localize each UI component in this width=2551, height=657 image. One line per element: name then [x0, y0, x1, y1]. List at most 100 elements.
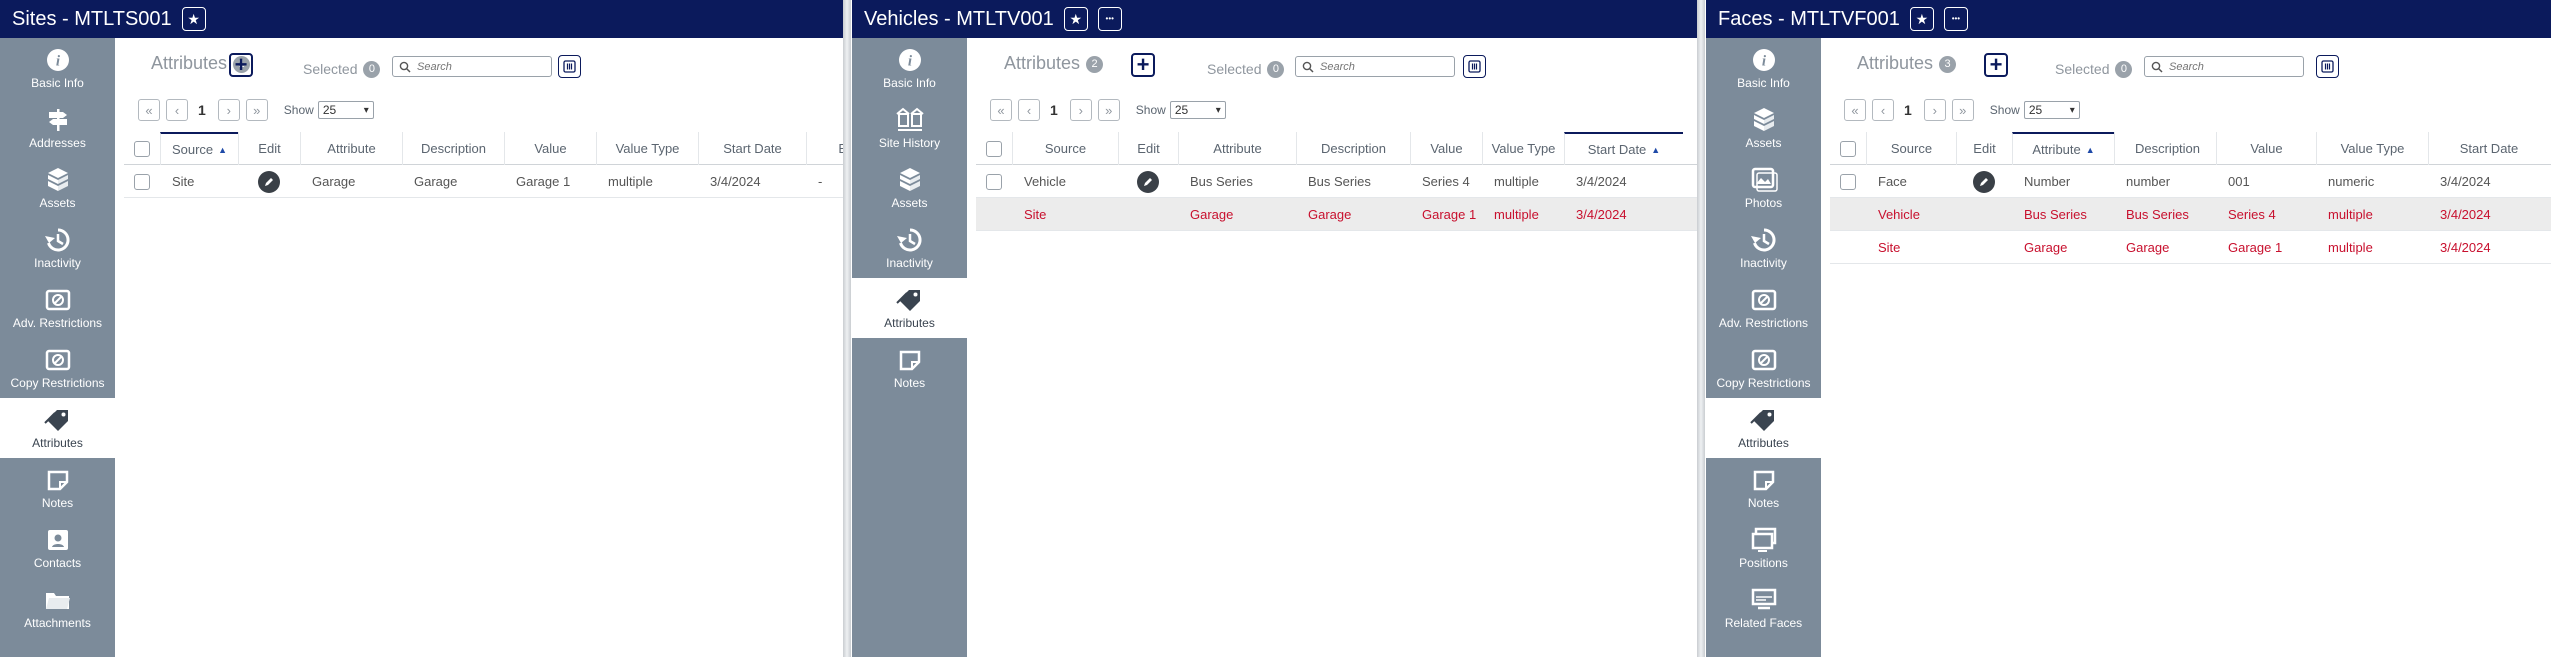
- column-chooser-button[interactable]: [1463, 55, 1486, 78]
- nav-item-label: Copy Restrictions: [1716, 376, 1811, 390]
- more-options-button[interactable]: •••: [1943, 7, 1968, 31]
- nav-item-attributes[interactable]: Attributes: [852, 278, 967, 338]
- select-all-checkbox[interactable]: [134, 140, 150, 157]
- column-header[interactable]: Source: [1866, 132, 1956, 165]
- nav-item-positions[interactable]: Positions: [1706, 518, 1821, 578]
- nav-item-contacts[interactable]: Contacts: [0, 518, 115, 578]
- window-divider: [843, 0, 851, 657]
- first-page-button[interactable]: «: [138, 99, 160, 121]
- nav-item-addresses[interactable]: Addresses: [0, 98, 115, 158]
- table-row[interactable]: Vehicle Bus Series Bus Series Series 4 multi…: [976, 165, 1697, 198]
- nav-item-basic-info[interactable]: i Basic Info: [0, 38, 115, 98]
- column-header[interactable]: Value Type: [2316, 132, 2428, 165]
- tag-icon: [895, 286, 924, 314]
- table-row[interactable]: Vehicle Bus Series Bus Series Series 4 multi…: [1830, 198, 2551, 231]
- add-attribute-button[interactable]: +: [1984, 53, 2008, 77]
- favorite-star-button[interactable]: ★: [181, 7, 206, 31]
- nav-item-assets[interactable]: Assets: [852, 158, 967, 218]
- first-page-button[interactable]: «: [990, 99, 1012, 121]
- column-header[interactable]: Value: [1410, 132, 1482, 165]
- column-chooser-button[interactable]: [558, 55, 581, 78]
- search-input[interactable]: [417, 60, 537, 73]
- nav-item-inactivity[interactable]: Inactivity: [0, 218, 115, 278]
- nav-item-photos[interactable]: Photos: [1706, 158, 1821, 218]
- nav-item-inactivity[interactable]: Inactivity: [1706, 218, 1821, 278]
- prev-page-button[interactable]: ‹: [1018, 99, 1040, 121]
- nav-item-copy-restrictions[interactable]: Copy Restrictions: [1706, 338, 1821, 398]
- favorite-star-button[interactable]: ★: [1063, 7, 1088, 31]
- nav-item-assets[interactable]: Assets: [0, 158, 115, 218]
- nav-item-attributes[interactable]: Attributes: [1706, 398, 1821, 458]
- nav-item-notes[interactable]: Notes: [1706, 458, 1821, 518]
- edit-row-button[interactable]: [1137, 170, 1159, 193]
- info-icon: i: [44, 46, 72, 74]
- column-header[interactable]: Description: [402, 132, 504, 165]
- table-row[interactable]: Face Number number 001 numeric 3/4/2024: [1830, 165, 2551, 198]
- nav-item-adv-restrictions[interactable]: Adv. Restrictions: [0, 278, 115, 338]
- cell-value-type: multiple: [1494, 207, 1539, 222]
- nav-item-attributes[interactable]: Attributes: [0, 398, 115, 458]
- column-header[interactable]: Attribute: [300, 132, 402, 165]
- column-header[interactable]: Edit: [1118, 132, 1178, 165]
- table-row[interactable]: Site Garage Garage Garage 1 multiple 3/4/2024: [976, 198, 1697, 231]
- next-page-button[interactable]: ›: [217, 99, 240, 121]
- column-chooser-button[interactable]: [2316, 55, 2339, 78]
- first-page-button[interactable]: «: [1844, 99, 1866, 121]
- column-header[interactable]: Value Type: [596, 132, 698, 165]
- column-header[interactable]: Start Date: [2428, 132, 2549, 165]
- column-header[interactable]: Start Date: [698, 132, 806, 165]
- column-header[interactable]: Attribute: [1178, 132, 1296, 165]
- last-page-button[interactable]: »: [1097, 99, 1120, 121]
- favorite-star-button[interactable]: ★: [1909, 7, 1934, 31]
- nav-item-notes[interactable]: Notes: [0, 458, 115, 518]
- select-all-checkbox[interactable]: [1840, 140, 1856, 157]
- column-header[interactable]: Start Date ▲: [1564, 132, 1683, 165]
- page-size-select[interactable]: 25 ▾: [317, 101, 374, 119]
- next-page-button[interactable]: ›: [1069, 99, 1092, 121]
- select-all-checkbox[interactable]: [986, 140, 1002, 157]
- nav-item-adv-restrictions[interactable]: Adv. Restrictions: [1706, 278, 1821, 338]
- table-row[interactable]: Site Garage Garage Garage 1 multiple 3/4/2024: [1830, 231, 2551, 264]
- nav-item-basic-info[interactable]: i Basic Info: [852, 38, 967, 98]
- column-header[interactable]: Description: [1296, 132, 1410, 165]
- column-header[interactable]: Source ▲: [160, 132, 238, 165]
- column-header[interactable]: Value: [504, 132, 596, 165]
- column-header[interactable]: Value Type: [1482, 132, 1564, 165]
- column-header[interactable]: Source: [1012, 132, 1118, 165]
- row-checkbox[interactable]: [1840, 173, 1856, 190]
- prev-page-button[interactable]: ‹: [1872, 99, 1894, 121]
- nav-item-site-history[interactable]: Site History: [852, 98, 967, 158]
- column-header[interactable]: End D: [806, 132, 843, 165]
- search-input[interactable]: [1320, 60, 1440, 73]
- nav-item-related-faces[interactable]: Related Faces: [1706, 578, 1821, 638]
- column-header[interactable]: Value: [2216, 132, 2316, 165]
- page-size-select[interactable]: 25 ▾: [1169, 101, 1226, 119]
- nav-item-inactivity[interactable]: Inactivity: [852, 218, 967, 278]
- nav-item-notes[interactable]: Notes: [852, 338, 967, 398]
- add-attribute-button[interactable]: +: [1131, 53, 1155, 77]
- nav-item-assets[interactable]: Assets: [1706, 98, 1821, 158]
- nav-item-basic-info[interactable]: i Basic Info: [1706, 38, 1821, 98]
- page-size-select[interactable]: 25 ▾: [2023, 101, 2080, 119]
- search-input[interactable]: [2169, 60, 2289, 73]
- column-header[interactable]: Edit: [238, 132, 300, 165]
- attributes-table: Source ▲ Edit Attribute Description Value Valu…: [124, 132, 843, 198]
- prev-page-button[interactable]: ‹: [166, 99, 188, 121]
- edit-row-button[interactable]: [1973, 170, 1995, 193]
- nav-item-attachments[interactable]: Attachments: [0, 578, 115, 638]
- row-checkbox[interactable]: [986, 173, 1002, 190]
- attributes-content: Attributes 3 + Selected 0 « ‹ 1 ›» Show 25 ▾ Source E…: [1821, 38, 2551, 657]
- edit-row-button[interactable]: [258, 170, 280, 193]
- last-page-button[interactable]: »: [1951, 99, 1974, 121]
- column-header[interactable]: Description: [2114, 132, 2220, 165]
- column-header[interactable]: Edit: [1956, 132, 2012, 165]
- table-row[interactable]: Site Garage Garage Garage 1 multiple 3/4/2024…: [124, 165, 843, 198]
- nav-item-label: Notes: [1747, 496, 1780, 510]
- next-page-button[interactable]: ›: [1923, 99, 1946, 121]
- column-header[interactable]: Attribute ▲: [2012, 132, 2114, 165]
- nav-item-copy-restrictions[interactable]: Copy Restrictions: [0, 338, 115, 398]
- more-options-button[interactable]: •••: [1097, 7, 1122, 31]
- row-checkbox[interactable]: [134, 173, 150, 190]
- add-attribute-button[interactable]: +: [229, 53, 253, 77]
- last-page-button[interactable]: »: [245, 99, 268, 121]
